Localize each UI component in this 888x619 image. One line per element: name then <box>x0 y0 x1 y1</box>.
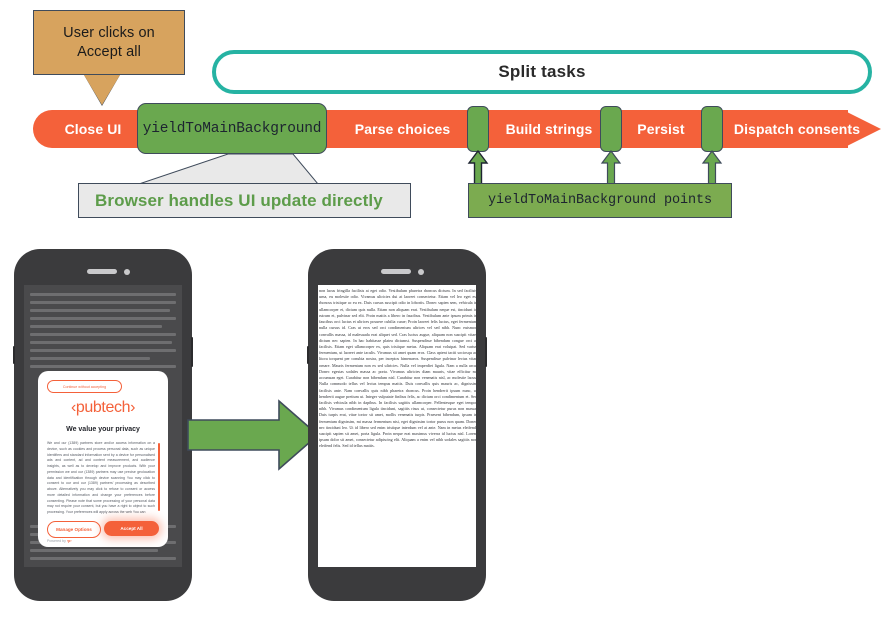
note-yield-points-label: yieldToMainBackground points <box>487 193 713 208</box>
segment-parse-choices: Parse choices <box>354 121 451 137</box>
callout-tail <box>84 75 120 105</box>
consent-modal: Continue without accepting ‹pubtech› We … <box>38 371 168 547</box>
yield-point-pill-1 <box>467 106 489 152</box>
yield-point-pill-3 <box>701 106 723 152</box>
phone-speaker-icon <box>87 269 117 274</box>
segment-close-ui: Close UI <box>64 121 122 137</box>
consent-headline: We value your privacy <box>66 426 140 433</box>
phone-before: Continue without accepting ‹pubtech› We … <box>13 249 193 601</box>
phone-speaker-icon <box>381 269 411 274</box>
phone-volume-button <box>485 337 487 367</box>
callout-user-clicks: User clicks on Accept all <box>33 10 185 75</box>
phone-side-button <box>13 346 15 364</box>
phone-side-button <box>307 346 309 364</box>
transition-arrow <box>187 399 320 471</box>
consent-body-text: We and our (1389) partners store and/or … <box>47 441 155 514</box>
article-body-text: non lacus fringilla facilisis at eget od… <box>319 288 476 449</box>
yield-point-pill-2 <box>600 106 622 152</box>
accept-all-button[interactable]: Accept All <box>104 521 159 536</box>
segment-persist: Persist <box>637 121 685 137</box>
phone-after-screen: non lacus fringilla facilisis at eget od… <box>318 285 476 567</box>
phone-before-screen: Continue without accepting ‹pubtech› We … <box>24 285 182 567</box>
pubtech-logo: ‹pubtech› <box>71 399 135 416</box>
powered-by-label: Powered by ‹p› <box>47 539 72 543</box>
segment-dispatch-consents: Dispatch consents <box>733 121 861 137</box>
manage-options-button[interactable]: Manage Options <box>47 521 101 538</box>
article-page: non lacus fringilla facilisis at eget od… <box>318 285 476 567</box>
continue-without-accepting-button[interactable]: Continue without accepting <box>47 380 122 393</box>
phone-camera-icon <box>124 268 130 275</box>
note-tail <box>138 154 319 184</box>
note-browser-handles-ui: Browser handles UI update directly <box>78 183 411 218</box>
phone-volume-button <box>191 337 193 367</box>
diagram-canvas: User clicks on Accept all Split tasks Clo… <box>0 0 888 619</box>
consent-scrollbar[interactable] <box>158 443 160 511</box>
phone-after: non lacus fringilla facilisis at eget od… <box>307 249 487 601</box>
yield-to-main-background-box: yieldToMainBackground <box>137 103 327 154</box>
segment-build-strings: Build strings <box>505 121 593 137</box>
split-tasks-label: Split tasks <box>498 62 586 81</box>
split-tasks-pill: Split tasks <box>212 50 872 94</box>
note-browser-handles-ui-label: Browser handles UI update directly <box>95 190 383 210</box>
note-yield-points: yieldToMainBackground points <box>468 183 732 218</box>
phone-camera-icon <box>418 268 424 275</box>
callout-text: User clicks on Accept all <box>63 25 155 60</box>
yield-to-main-background-label: yieldToMainBackground <box>142 120 322 137</box>
